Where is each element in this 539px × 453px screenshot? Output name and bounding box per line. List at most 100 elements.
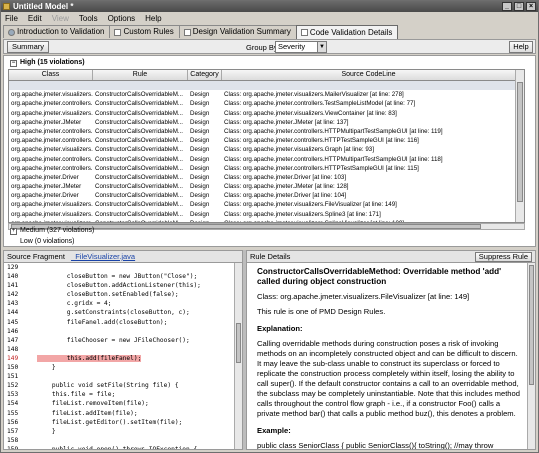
cell-category: Design <box>190 192 210 200</box>
column-header-category[interactable]: Category <box>188 70 222 80</box>
group-label: High (15 violations) <box>20 59 85 66</box>
cell-category: Design <box>190 100 210 108</box>
table-row[interactable]: org.apache.jmeter.Driver ConstructorCalls… <box>9 191 524 200</box>
cell-category: Design <box>190 210 210 218</box>
cell-class: org.apache.jmeter.controllers.... <box>11 155 93 163</box>
violations-table: Class Rule Category Source CodeLine org.… <box>8 69 525 223</box>
code-line: 155 fileList.addItem(file); <box>4 409 242 418</box>
code-text: closeButton.addActionListener(this); <box>37 282 201 290</box>
summary-button[interactable]: Summary <box>7 41 49 53</box>
line-number: 157 <box>7 427 19 435</box>
source-header: Source Fragment _FileVisualizer.java <box>4 251 242 263</box>
cell-source: Class: org.apache.jmeter.visualizers.Fil… <box>224 201 397 209</box>
maximize-icon[interactable]: □ <box>514 2 524 11</box>
application-window: Untitled Model * _ □ × File Edit View To… <box>0 0 539 453</box>
table-row[interactable]: org.apache.jmeter.visualizers....Constru… <box>9 210 524 219</box>
violations-panel: − High (15 violations) Class Rule Catego… <box>3 55 536 247</box>
table-row[interactable]: org.apache.jmeter.JMeter ConstructorCalls… <box>9 182 524 191</box>
table-row[interactable]: org.apache.jmeter.JMeter ConstructorCalls… <box>9 118 524 127</box>
line-number: 147 <box>7 336 19 344</box>
line-number: 152 <box>7 382 19 390</box>
cell-source: Class: org.apache.jmeter.controllers.Tes… <box>224 100 416 108</box>
suppress-rule-button[interactable]: Suppress Rule <box>474 252 532 262</box>
minimize-icon[interactable]: _ <box>502 2 512 11</box>
scroll-thumb[interactable] <box>236 323 241 363</box>
column-header-source[interactable]: Source CodeLine <box>222 70 516 80</box>
group-by-select[interactable]: Severity ▼ <box>275 41 327 53</box>
table-row[interactable]: org.apache.jmeter.visualizers....Constru… <box>9 145 524 154</box>
line-number: 141 <box>7 282 19 290</box>
line-number: 129 <box>7 264 19 271</box>
code-text: c.gridx = 4; <box>37 300 112 308</box>
menu-options[interactable]: Options <box>108 14 136 23</box>
scroll-thumb[interactable] <box>529 265 534 385</box>
tab-custom-rules[interactable]: Custom Rules <box>109 25 180 38</box>
group-label: Low (0 violations) <box>20 238 75 245</box>
source-file-link[interactable]: _FileVisualizer.java <box>71 252 135 261</box>
code-line: 148 <box>4 345 242 354</box>
tab-introduction[interactable]: Introduction to Validation <box>3 25 111 38</box>
table-row[interactable]: org.apache.jmeter.controllers.... Constru… <box>9 155 524 164</box>
vertical-scrollbar[interactable] <box>515 70 524 222</box>
explanation-text: Calling overridable methods during const… <box>257 339 520 418</box>
menu-file[interactable]: File <box>5 14 18 23</box>
group-low[interactable]: Low (0 violations) <box>20 237 74 247</box>
tab-label: Code Validation Details <box>309 27 393 37</box>
close-icon[interactable]: × <box>526 2 536 11</box>
line-number: 146 <box>7 327 19 335</box>
code-line: 154 fileList.removeItem(file); <box>4 399 242 408</box>
cell-category: Design <box>190 155 210 163</box>
vertical-scrollbar[interactable] <box>527 263 535 449</box>
table-row[interactable]: org.apache.jmeter.controllers.... Constru… <box>9 99 524 108</box>
app-icon <box>3 3 10 10</box>
cell-source: Class: org.apache.jmeter.controllers.HTT… <box>224 155 443 163</box>
help-button[interactable]: Help <box>509 41 533 53</box>
collapse-icon[interactable]: − <box>10 59 17 67</box>
cell-class: org.apache.jmeter.JMeter <box>11 118 82 126</box>
table-row[interactable]: org.apache.jmeter.visualizers....Constru… <box>9 200 524 209</box>
tab-design-validation-summary[interactable]: Design Validation Summary <box>178 25 297 38</box>
code-text: g.setConstraints(closeButton, c); <box>37 309 190 317</box>
source-header-label: Source Fragment <box>7 252 65 261</box>
line-number: 140 <box>7 273 19 281</box>
cell-rule: ConstructorCallsOverridableM... <box>95 109 184 117</box>
group-high[interactable]: − High (15 violations) <box>10 58 85 68</box>
menu-help[interactable]: Help <box>145 14 161 23</box>
code-line: 151 <box>4 372 242 381</box>
menu-edit[interactable]: Edit <box>28 14 42 23</box>
toolbar: Summary Group By Severity ▼ Help <box>3 39 536 54</box>
cell-rule: ConstructorCallsOverridableM... <box>95 146 184 154</box>
table-row-empty[interactable] <box>9 81 524 91</box>
cell-rule: ConstructorCallsOverridableM... <box>95 201 184 209</box>
cell-category: Design <box>190 118 210 126</box>
tab-label: Design Validation Summary <box>192 27 291 36</box>
table-row[interactable]: org.apache.jmeter.Driver ConstructorCalls… <box>9 173 524 182</box>
chevron-down-icon[interactable]: ▼ <box>317 42 326 52</box>
column-header-rule[interactable]: Rule <box>93 70 188 80</box>
vertical-scrollbar[interactable] <box>234 263 242 449</box>
group-medium[interactable]: + Medium (327 violations) <box>10 226 94 236</box>
code-line: 147 fileChooser = new JFileChooser(); <box>4 336 242 345</box>
cell-rule: ConstructorCallsOverridableM... <box>95 210 184 218</box>
example-heading: Example: <box>257 426 291 435</box>
source-fragment-panel: Source Fragment _FileVisualizer.java 129… <box>3 250 243 450</box>
column-header-class[interactable]: Class <box>9 70 93 80</box>
table-row[interactable]: org.apache.jmeter.visualizers....Constru… <box>9 90 524 99</box>
tab-code-validation-details[interactable]: Code Validation Details <box>295 25 399 39</box>
document-icon <box>114 28 122 36</box>
line-number: 156 <box>7 418 19 426</box>
scroll-thumb[interactable] <box>517 82 523 202</box>
cell-category: Design <box>190 164 210 172</box>
cell-source: Class: org.apache.jmeter.Driver [at line… <box>224 173 347 181</box>
menu-tools[interactable]: Tools <box>79 14 98 23</box>
cell-class: org.apache.jmeter.controllers.... <box>11 100 93 108</box>
expand-icon[interactable]: + <box>10 227 17 235</box>
menu-view[interactable]: View <box>52 14 69 23</box>
title-bar: Untitled Model * _ □ × <box>1 1 538 12</box>
table-row[interactable]: org.apache.jmeter.controllers.... Constru… <box>9 164 524 173</box>
table-row[interactable]: org.apache.jmeter.controllers.... Constru… <box>9 127 524 136</box>
cell-category: Design <box>190 183 210 191</box>
table-row[interactable]: org.apache.jmeter.visualizers....Constru… <box>9 109 524 118</box>
code-text: } <box>37 427 56 435</box>
table-row[interactable]: org.apache.jmeter.controllers.... Constru… <box>9 136 524 145</box>
